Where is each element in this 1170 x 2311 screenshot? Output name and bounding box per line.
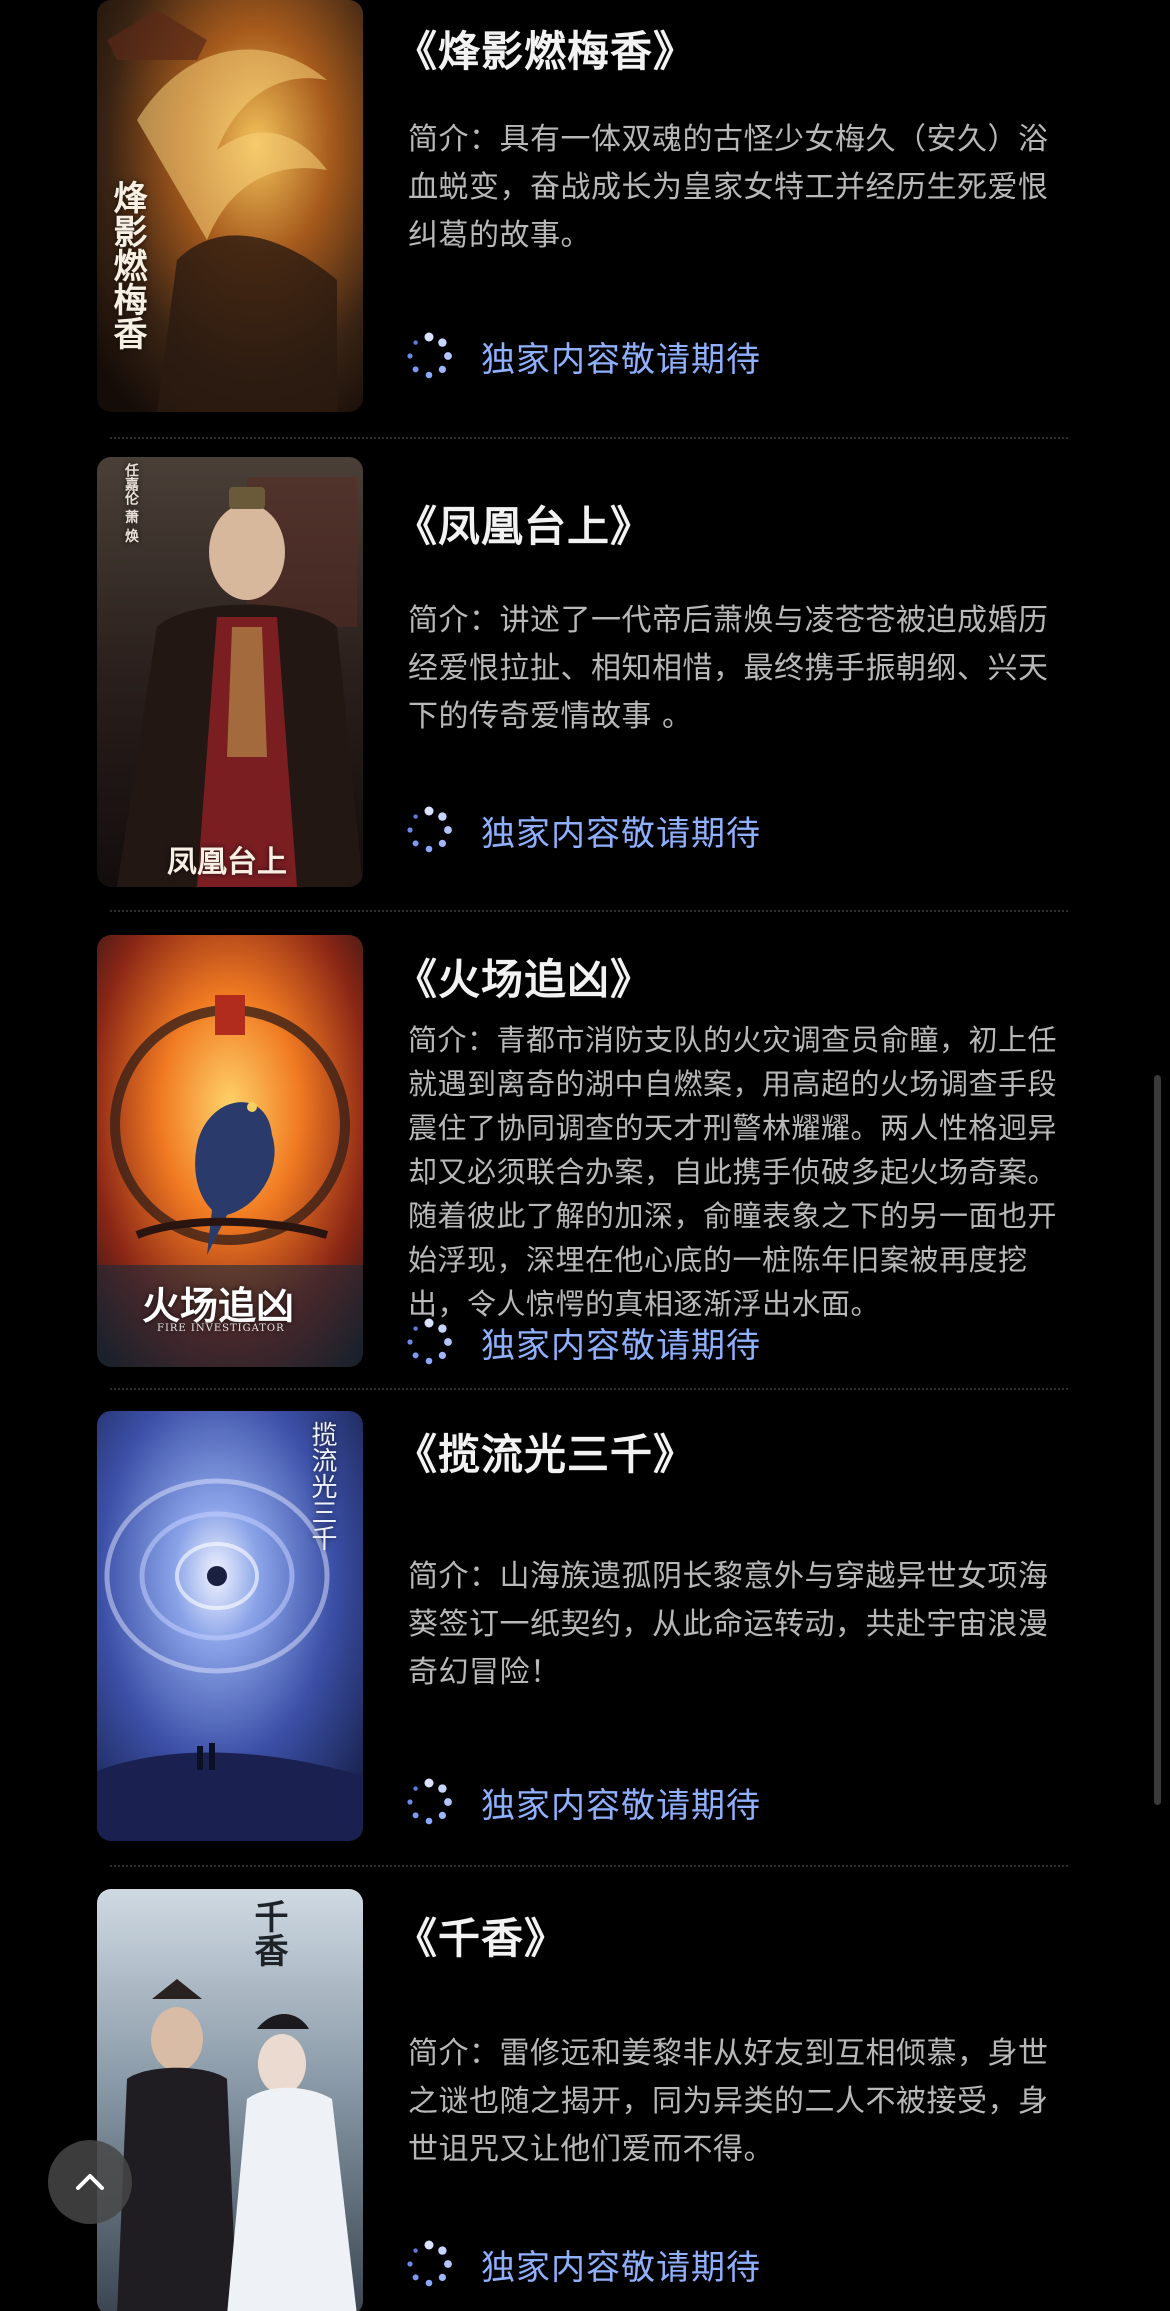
poster-image[interactable]: 千香 [97, 1889, 363, 2311]
drama-description: 简介：讲述了一代帝后萧焕与凌苍苍被迫成婚历经爱恨拉扯、相知相惜，最终携手振朝纲、… [408, 603, 1049, 734]
drama-title[interactable]: 《烽影燃梅香》 [395, 18, 696, 79]
drama-title[interactable]: 《火场追凶》 [395, 946, 653, 1007]
drama-description: 简介：青都市消防支队的火灾调查员俞瞳，初上任就遇到离奇的湖中自燃案，用高超的火场… [408, 1023, 1058, 1321]
loading-dots-icon [407, 2240, 452, 2287]
drama-description: 简介：具有一体双魂的古怪少女梅久（安久）浴血蜕变，奋战成长为皇家女特工并经历生死… [408, 122, 1049, 253]
poster-title-text: 火场追凶 [142, 1283, 295, 1328]
loading-dots-icon [407, 806, 452, 853]
exclusive-content-label: 独家内容敬请期待 [481, 813, 761, 854]
divider [110, 910, 1068, 912]
exclusive-content-button[interactable]: 独家内容敬请期待 [405, 1776, 761, 1828]
poster-title-text: 千香 [248, 1899, 288, 1967]
divider [110, 1865, 1068, 1867]
drama-description: 简介：山海族遗孤阴长黎意外与穿越异世女项海葵签订一纸契约，从此命运转动，共赴宇宙… [408, 1559, 1049, 1690]
exclusive-content-label: 独家内容敬请期待 [481, 2247, 761, 2288]
loading-dots-icon [407, 332, 452, 379]
exclusive-content-label: 独家内容敬请期待 [481, 1785, 761, 1826]
poster-title-text: 凤凰台上 [167, 845, 287, 880]
poster-image[interactable]: 揽流光三千 [97, 1411, 363, 1841]
back-to-top-button[interactable] [48, 2140, 132, 2224]
chevron-up-icon [76, 2174, 104, 2190]
drama-description: 简介：雷修远和姜黎非从好友到互相倾慕，身世之谜也随之揭开，同为异类的二人不被接受… [408, 2036, 1049, 2167]
exclusive-content-label: 独家内容敬请期待 [481, 339, 761, 380]
drama-title[interactable]: 《揽流光三千》 [395, 1421, 696, 1482]
poster-image[interactable]: 火场追凶 FIRE INVESTIGATOR [97, 935, 363, 1367]
poster-art-couple [97, 1889, 363, 2311]
exclusive-content-button[interactable]: 独家内容敬请期待 [405, 1316, 761, 1368]
drama-title[interactable]: 《千香》 [395, 1905, 567, 1966]
scrollbar[interactable] [1154, 1075, 1161, 1805]
loading-dots-icon [407, 1778, 452, 1825]
exclusive-content-button[interactable]: 独家内容敬请期待 [405, 330, 761, 382]
poster-image[interactable]: 任嘉伦 萧 焕 凤凰台上 [97, 457, 363, 887]
loading-dots-icon [407, 1318, 452, 1365]
drama-list-page: 烽影燃梅香 《烽影燃梅香》 简介：具有一体双魂的古怪少女梅久（安久）浴血蜕变，奋… [0, 0, 1170, 2311]
poster-title-text: 烽影燃梅香 [107, 180, 147, 350]
exclusive-content-label: 独家内容敬请期待 [481, 1325, 761, 1366]
exclusive-content-button[interactable]: 独家内容敬请期待 [405, 804, 761, 856]
drama-title[interactable]: 《凤凰台上》 [395, 493, 653, 554]
divider [110, 1388, 1068, 1390]
poster-image[interactable]: 烽影燃梅香 [97, 0, 363, 412]
poster-title-text: 揽流光三千 [307, 1421, 337, 1551]
poster-subtitle-text: FIRE INVESTIGATOR [157, 1323, 285, 1334]
divider [110, 437, 1068, 439]
exclusive-content-button[interactable]: 独家内容敬请期待 [405, 2238, 761, 2290]
poster-credit-text: 任嘉伦 萧 焕 [123, 463, 139, 543]
